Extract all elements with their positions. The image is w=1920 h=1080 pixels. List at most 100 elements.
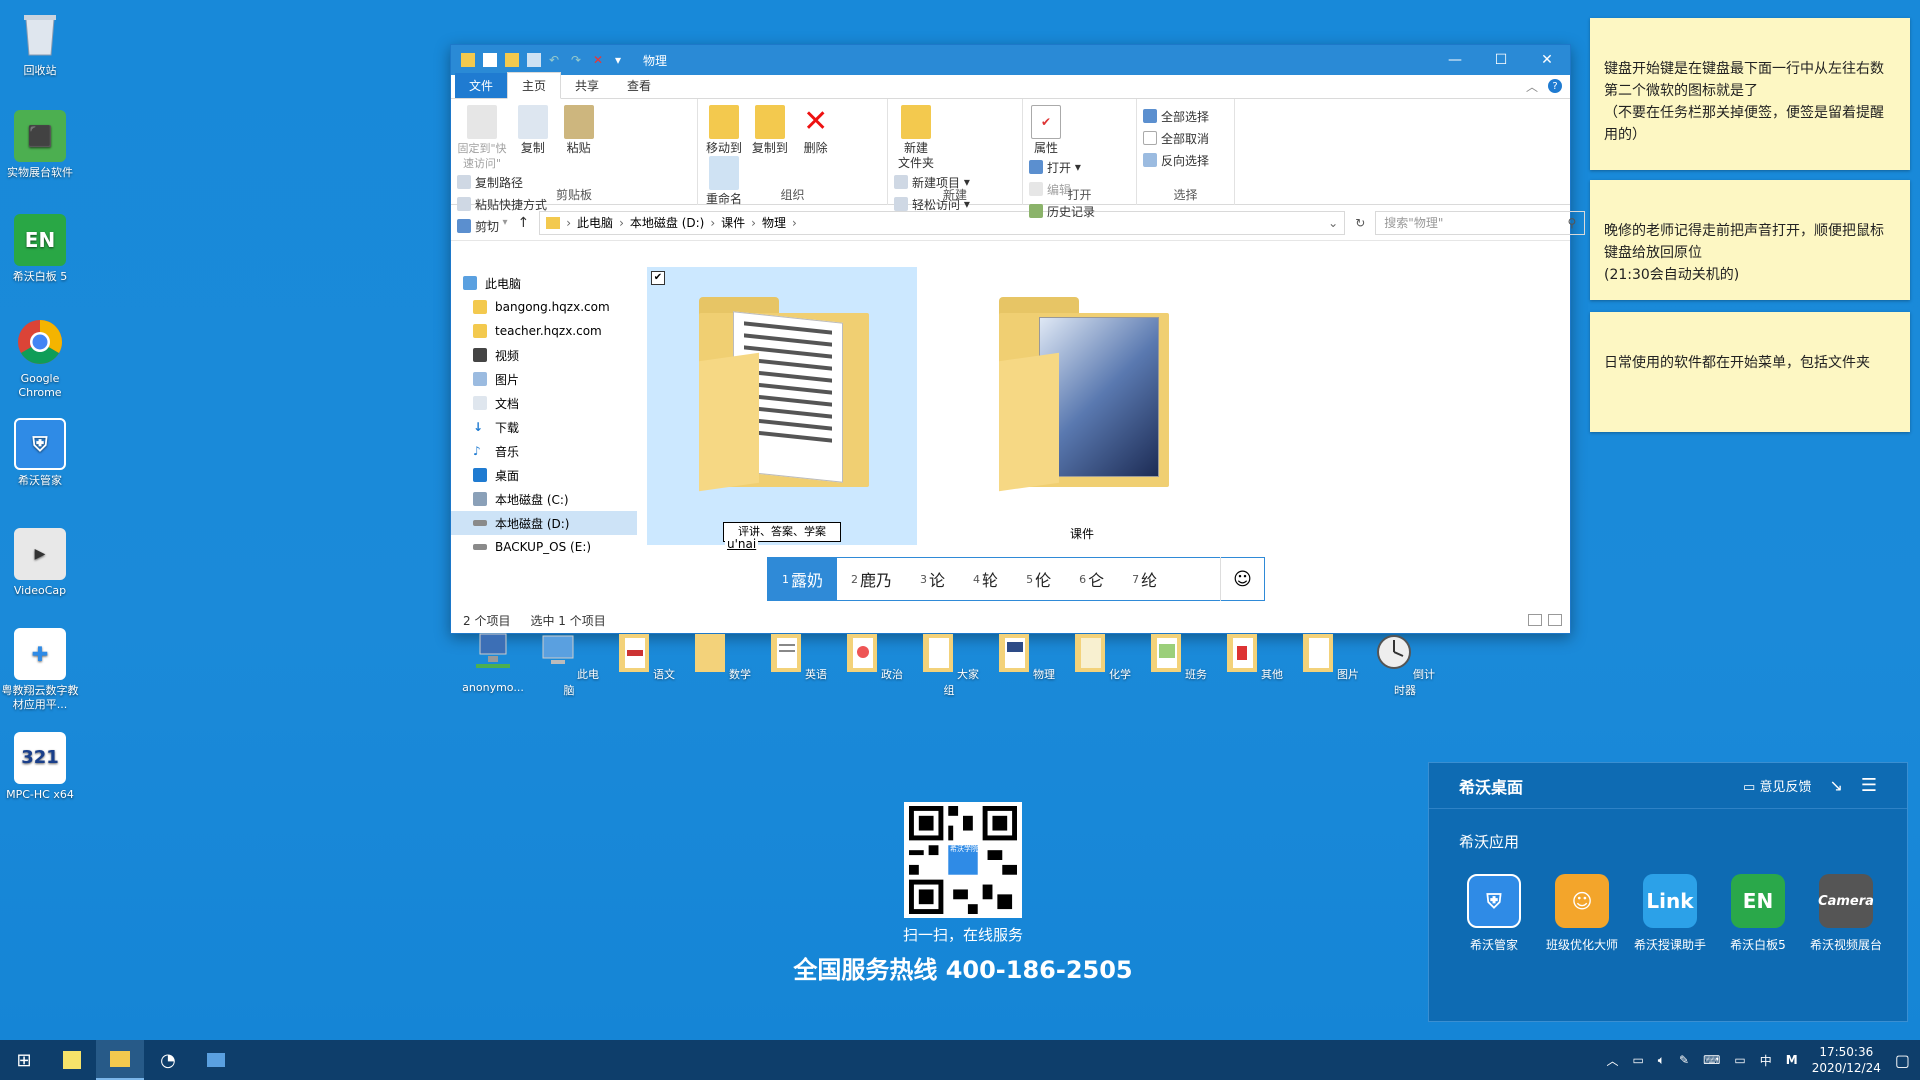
redo-icon[interactable]: ↷ (571, 53, 585, 67)
ime-candidate[interactable]: 7纶 (1118, 557, 1171, 601)
history-button[interactable]: 历史记录 (1029, 200, 1095, 222)
details-view-icon[interactable] (1528, 614, 1542, 626)
ime-candidate[interactable]: 3论 (906, 557, 959, 601)
pin-quick-access-button[interactable]: 固定到"快速访问" (457, 105, 507, 171)
select-none-button[interactable]: 全部取消 (1143, 127, 1209, 149)
desktop-item[interactable]: anonymo... (458, 630, 528, 694)
collapse-ribbon-icon[interactable]: ︿ (1526, 78, 1538, 95)
collapse-arrow-icon[interactable]: ↘ (1829, 776, 1842, 795)
nav-item-bangong[interactable]: bangong.hqzx.com (451, 295, 637, 319)
title-bar[interactable]: ↶ ↷ ✕ ▾ 物理 — ☐ ✕ (451, 45, 1570, 75)
pen-icon[interactable]: ✎ (1679, 1053, 1689, 1067)
nav-item-this-pc[interactable]: 此电脑 (451, 271, 637, 295)
ime-switch-icon[interactable]: ▭ (1734, 1053, 1745, 1067)
nav-item-desktop[interactable]: 桌面 (451, 463, 637, 487)
ime-candidate[interactable]: 2 鹿乃 (837, 557, 906, 601)
copy-button[interactable]: 复制 (513, 105, 553, 156)
large-icons-view-icon[interactable] (1548, 614, 1562, 626)
open-button[interactable]: 打开 ▾ (1029, 156, 1095, 178)
nav-item-pictures[interactable]: 图片 (451, 367, 637, 391)
nav-item-documents[interactable]: 文档 (451, 391, 637, 415)
desktop-item[interactable]: 英语 (762, 630, 832, 682)
ime-candidate[interactable]: 5伦 (1012, 557, 1065, 601)
menu-icon[interactable]: ☰ (1861, 775, 1877, 796)
desktop-item[interactable]: 化学 (1066, 630, 1136, 682)
maximize-button[interactable]: ☐ (1478, 45, 1524, 75)
desktop-item[interactable]: 班务 (1142, 630, 1212, 682)
breadcrumb-item[interactable]: 本地磁盘 (D:) (630, 214, 704, 231)
desktop-icon-recycle-bin[interactable]: 回收站 (0, 8, 80, 78)
desktop-item[interactable]: 其他 (1218, 630, 1288, 682)
delete-icon[interactable]: ✕ (593, 53, 607, 67)
folder-item[interactable]: ✔ 评讲、答案、学案 (647, 267, 917, 545)
refresh-icon[interactable]: ↻ (1355, 216, 1365, 230)
select-all-button[interactable]: 全部选择 (1143, 105, 1209, 127)
breadcrumb-item[interactable]: 此电脑 (577, 214, 613, 231)
ime-indicator[interactable]: 中 (1760, 1052, 1772, 1069)
network-icon[interactable]: ▭ (1632, 1053, 1643, 1067)
chevron-down-icon[interactable]: ⌄ (1328, 216, 1338, 230)
chevron-up-icon[interactable]: ︿ (1606, 1052, 1618, 1069)
properties-icon[interactable] (483, 53, 497, 67)
desktop-item[interactable]: 图片 (1294, 630, 1364, 682)
app-video-booth[interactable]: Camera 希沃视频展台 (1809, 874, 1883, 953)
desktop-icon-document-camera[interactable]: ⬛ 实物展台软件 (0, 110, 80, 180)
tab-file[interactable]: 文件 (455, 73, 508, 98)
app-class-master[interactable]: ☺ 班级优化大师 (1545, 874, 1619, 953)
folder-item[interactable]: 课件 (947, 267, 1217, 545)
nav-item-downloads[interactable]: ↓ 下载 (451, 415, 637, 439)
volume-icon[interactable]: 🔈︎ (1658, 1053, 1665, 1068)
rename-icon[interactable] (527, 53, 541, 67)
cut-button[interactable]: 剪切 (457, 215, 547, 237)
feedback-button[interactable]: ▭ 意见反馈 (1743, 776, 1811, 795)
desktop-icon-chrome[interactable]: Google Chrome (0, 316, 80, 400)
sticky-note[interactable]: 键盘开始键是在键盘最下面一行中从左往右数第二个微软的图标就是了 （不要在任务栏那… (1590, 18, 1910, 170)
minimize-button[interactable]: — (1432, 45, 1478, 75)
taskbar-sticky-notes[interactable] (48, 1040, 96, 1080)
tab-view[interactable]: 查看 (613, 73, 665, 98)
copy-to-button[interactable]: 复制到 (750, 105, 790, 156)
desktop-icon-mpc-hc[interactable]: 321 MPC-HC x64 (0, 732, 80, 802)
move-to-button[interactable]: 移动到 (704, 105, 744, 156)
tab-home[interactable]: 主页 (507, 72, 562, 99)
app-link[interactable]: Link 希沃授课助手 (1633, 874, 1707, 953)
nav-item-drive-d[interactable]: 本地磁盘 (D:) (451, 511, 637, 535)
delete-button[interactable]: ✕ 删除 (796, 105, 836, 156)
tab-share[interactable]: 共享 (561, 73, 613, 98)
desktop-item[interactable]: 数学 (686, 630, 756, 682)
chevron-down-icon[interactable]: ▾ (615, 53, 629, 67)
new-folder-icon[interactable] (505, 53, 519, 67)
desktop-item[interactable]: 物理 (990, 630, 1060, 682)
desktop-item[interactable]: 大家组 (914, 630, 984, 698)
nav-item-drive-c[interactable]: 本地磁盘 (C:) (451, 487, 637, 511)
emoji-icon[interactable]: ☺ (1220, 557, 1264, 601)
help-icon[interactable]: ? (1548, 79, 1562, 93)
desktop-item[interactable]: 语文 (610, 630, 680, 682)
desktop-icon-videocap[interactable]: ▶ VideoCap (0, 528, 80, 598)
close-button[interactable]: ✕ (1524, 45, 1570, 75)
app-easinote[interactable]: EN 希沃白板5 (1721, 874, 1795, 953)
keyboard-icon[interactable]: ⌨ (1703, 1053, 1720, 1067)
properties-button[interactable]: ✔ 属性 (1029, 105, 1063, 156)
ime-mode[interactable]: M (1786, 1053, 1798, 1067)
app-seewo-manager[interactable]: ⛨ 希沃管家 (1457, 874, 1531, 953)
notification-icon[interactable]: ▢ (1895, 1051, 1910, 1070)
taskbar-file-explorer[interactable] (96, 1040, 144, 1080)
nav-item-videos[interactable]: 视频 (451, 343, 637, 367)
sticky-note[interactable]: 日常使用的软件都在开始菜单，包括文件夹 (1590, 312, 1910, 432)
breadcrumb-item[interactable]: 课件 (721, 214, 745, 231)
desktop-icon-seewo-manager[interactable]: ⛨ 希沃管家 (0, 418, 80, 488)
nav-item-music[interactable]: ♪ 音乐 (451, 439, 637, 463)
start-button[interactable]: ⊞ (0, 1040, 48, 1080)
desktop-item[interactable]: 倒计时器 (1370, 630, 1440, 698)
item-checkbox[interactable]: ✔ (651, 271, 665, 285)
clock[interactable]: 17:50:36 2020/12/24 (1812, 1044, 1881, 1076)
breadcrumb-item[interactable]: 物理 (762, 214, 786, 231)
sticky-note[interactable]: 晚修的老师记得走前把声音打开，顺便把鼠标键盘给放回原位 (21:30会自动关机的… (1590, 180, 1910, 300)
desktop-item[interactable]: 政治 (838, 630, 908, 682)
desktop-icon-textbook-platform[interactable]: ✚ 粤教翔云数字教材应用平... (0, 628, 80, 712)
nav-item-drive-e[interactable]: BACKUP_OS (E:) (451, 535, 637, 559)
undo-icon[interactable]: ↶ (549, 53, 563, 67)
new-folder-button[interactable]: 新建 文件夹 (894, 105, 938, 171)
ime-candidate[interactable]: 4轮 (959, 557, 1012, 601)
